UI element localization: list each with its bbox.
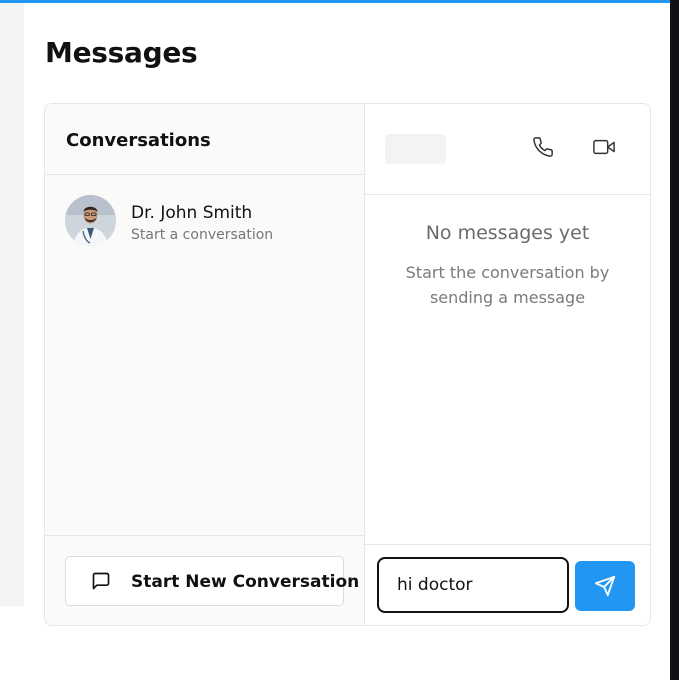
start-new-conversation-label: Start New Conversation (131, 572, 360, 592)
empty-state-title: No messages yet (425, 222, 590, 244)
chat-header (365, 104, 650, 195)
sidebar-header: Conversations (45, 104, 364, 175)
sidebar-footer: Start New Conversation (45, 535, 364, 625)
window-edge (670, 0, 679, 680)
doctor-avatar-image (65, 195, 116, 246)
send-icon (594, 575, 616, 597)
chat-area: No messages yet Start the conversation b… (365, 104, 650, 625)
start-new-conversation-button[interactable]: Start New Conversation (65, 556, 359, 606)
left-nav-strip (0, 3, 24, 606)
phone-icon[interactable] (532, 136, 558, 162)
sidebar-title: Conversations (66, 130, 211, 151)
top-accent-bar (0, 0, 670, 3)
chat-footer (365, 544, 650, 625)
contact-name-placeholder (385, 134, 446, 164)
page-title: Messages (45, 36, 198, 69)
video-icon[interactable] (593, 136, 619, 162)
message-input[interactable] (377, 557, 569, 613)
conversations-sidebar: Conversations Dr. John Smith Start a con… (45, 104, 365, 625)
avatar (65, 195, 116, 246)
conversation-name: Dr. John Smith (131, 203, 253, 223)
messages-panel: Conversations Dr. John Smith Start a con… (44, 103, 651, 626)
conversation-preview: Start a conversation (131, 227, 274, 243)
empty-state-subtitle: Start the conversation by sending a mess… (405, 263, 610, 307)
send-button[interactable] (575, 561, 635, 611)
conversation-item-john-smith[interactable]: Dr. John Smith Start a conversation (45, 176, 364, 258)
message-square-icon (91, 571, 111, 591)
